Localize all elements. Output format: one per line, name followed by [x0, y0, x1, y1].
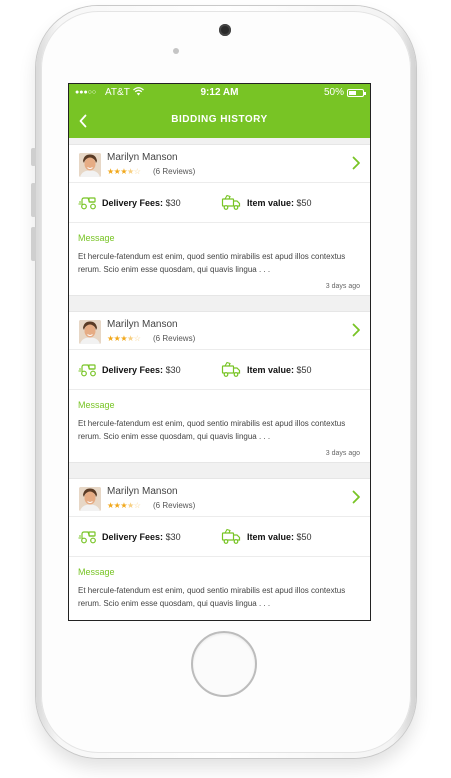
avatar — [79, 153, 101, 177]
app-screen: ●●●○○ AT&T 9:12 AM 50% BIDDING HISTORY M… — [68, 83, 371, 621]
delivery-truck-icon — [221, 528, 241, 544]
bidder-name: Marilyn Manson — [107, 486, 178, 497]
front-camera — [219, 24, 231, 36]
volume-down-button[interactable] — [31, 227, 36, 261]
message-section: Message Et hercule-fatendum est enim, qu… — [69, 390, 370, 462]
battery-icon — [347, 89, 366, 97]
delivery-truck-icon — [221, 361, 241, 377]
review-count: (6 Reviews) — [153, 167, 196, 176]
battery-level — [349, 91, 356, 95]
bidder-name: Marilyn Manson — [107, 152, 178, 163]
bidder-row[interactable]: Marilyn Manson ★★★★☆ (6 Reviews) — [69, 479, 370, 517]
avatar — [79, 487, 101, 511]
review-count: (6 Reviews) — [153, 501, 196, 510]
status-bar: ●●●○○ AT&T 9:12 AM 50% — [69, 84, 370, 102]
avatar — [79, 320, 101, 344]
proximity-sensor — [173, 48, 179, 54]
delivery-fees-text: Delivery Fees: $30 — [102, 365, 181, 375]
fees-row: Delivery Fees: $30 Item value: $50 — [69, 183, 370, 223]
rating-stars: ★★★★☆ — [107, 334, 141, 343]
message-section: Message Et hercule-fatendum est enim, qu… — [69, 557, 370, 620]
bidder-row[interactable]: Marilyn Manson ★★★★☆ (6 Reviews) — [69, 145, 370, 183]
delivery-fees-text: Delivery Fees: $30 — [102, 532, 181, 542]
chevron-right-icon[interactable] — [350, 156, 362, 170]
app-header: ●●●○○ AT&T 9:12 AM 50% BIDDING HISTORY — [69, 84, 370, 138]
item-value-text: Item value: $50 — [247, 198, 312, 208]
page-title: BIDDING HISTORY — [171, 114, 268, 125]
message-section: Message Et hercule-fatendum est enim, qu… — [69, 223, 370, 295]
nav-bar: BIDDING HISTORY — [69, 106, 370, 136]
rating-stars: ★★★★☆ — [107, 167, 141, 176]
volume-up-button[interactable] — [31, 183, 36, 217]
fees-row: Delivery Fees: $30 Item value: $50 — [69, 517, 370, 557]
message-heading: Message — [78, 400, 115, 410]
bid-timestamp: 3 days ago — [325, 450, 360, 457]
item-value-text: Item value: $50 — [247, 532, 312, 542]
bid-timestamp: 3 days ago — [325, 283, 360, 290]
bid-card: Marilyn Manson ★★★★☆ (6 Reviews) Deliver… — [69, 144, 370, 296]
delivery-truck-icon — [221, 194, 241, 210]
mute-switch[interactable] — [31, 148, 36, 166]
chevron-right-icon[interactable] — [350, 490, 362, 504]
rating-stars: ★★★★☆ — [107, 501, 141, 510]
message-heading: Message — [78, 233, 115, 243]
message-text: Et hercule-fatendum est enim, quod senti… — [78, 252, 346, 274]
bid-card: Marilyn Manson ★★★★☆ (6 Reviews) Deliver… — [69, 311, 370, 463]
home-button[interactable] — [191, 631, 257, 697]
message-text: Et hercule-fatendum est enim, quod senti… — [78, 586, 346, 608]
item-value-text: Item value: $50 — [247, 365, 312, 375]
chevron-right-icon[interactable] — [350, 323, 362, 337]
delivery-scooter-icon — [78, 531, 96, 544]
fees-row: Delivery Fees: $30 Item value: $50 — [69, 350, 370, 390]
battery-percent: 50% — [323, 87, 344, 98]
delivery-scooter-icon — [78, 197, 96, 210]
delivery-scooter-icon — [78, 364, 96, 377]
bid-card: Marilyn Manson ★★★★☆ (6 Reviews) Deliver… — [69, 478, 370, 620]
review-count: (6 Reviews) — [153, 334, 196, 343]
message-text: Et hercule-fatendum est enim, quod senti… — [78, 419, 346, 441]
bidder-row[interactable]: Marilyn Manson ★★★★☆ (6 Reviews) — [69, 312, 370, 350]
delivery-fees-text: Delivery Fees: $30 — [102, 198, 181, 208]
message-heading: Message — [78, 567, 115, 577]
bidder-name: Marilyn Manson — [107, 319, 178, 330]
